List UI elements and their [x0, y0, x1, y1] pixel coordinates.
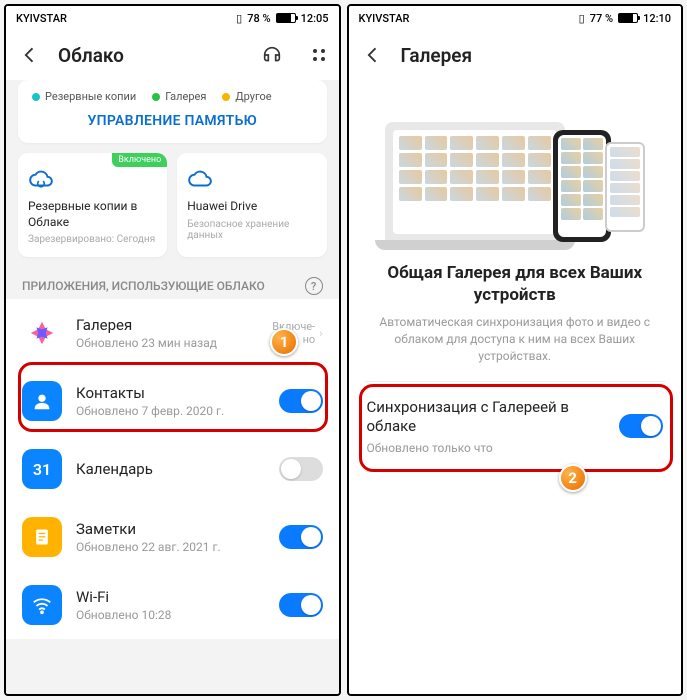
back-icon[interactable] [363, 45, 383, 65]
app-name: Wi-Fi [76, 588, 265, 606]
notes-icon [22, 517, 62, 557]
app-name: Заметки [76, 520, 265, 538]
battery-icon [276, 13, 296, 23]
app-name: Контакты [76, 384, 265, 402]
app-item-calendar[interactable]: 31 Календарь [6, 435, 339, 503]
apps-section-title: ПРИЛОЖЕНИЯ, ИСПОЛЬЗУЮЩИЕ ОБЛАКО ? [6, 269, 339, 299]
sync-toggle[interactable] [619, 414, 663, 438]
page-title: Галерея [401, 44, 668, 67]
vibrate-icon: ▯ [579, 12, 585, 25]
time-label: 12:10 [643, 12, 671, 25]
hero-title: Общая Галерея для всех Ваших устройств [349, 258, 682, 314]
back-icon[interactable] [20, 45, 40, 65]
carrier-label: KYIVSTAR [16, 12, 67, 25]
chevron-right-icon: › [319, 327, 322, 340]
app-sub: Обновлено 23 мин назад [76, 336, 258, 350]
tablet-device-icon [605, 142, 645, 232]
legend-other: Другое [235, 90, 271, 103]
backup-card[interactable]: Включено Резервные копии в Облаке Зарезе… [18, 153, 167, 257]
memory-card: Резервные копии Галерея Другое УПРАВЛЕНИ… [18, 80, 327, 143]
support-icon[interactable] [261, 44, 283, 66]
calendar-toggle[interactable] [279, 457, 323, 481]
sync-gallery-item[interactable]: Синхронизация с Галереей в облаке Обновл… [349, 382, 682, 471]
enabled-badge: Включено [112, 153, 167, 167]
hero-illustration [349, 80, 682, 258]
notes-toggle[interactable] [279, 525, 323, 549]
battery-percent: 77 % [590, 12, 613, 25]
phone-left: KYIVSTAR ▯ 78 % 12:05 Облако Резервные к… [4, 4, 341, 696]
app-sub: Обновлено 7 февр. 2020 г. [76, 404, 265, 418]
page-title: Облако [58, 44, 243, 67]
app-sub: Обновлено 10:28 [76, 608, 265, 622]
memory-manage-button[interactable]: УПРАВЛЕНИЕ ПАМЯТЬЮ [32, 113, 313, 129]
contacts-toggle[interactable] [279, 389, 323, 413]
section-title-text: ПРИЛОЖЕНИЯ, ИСПОЛЬЗУЮЩИЕ ОБЛАКО [22, 279, 265, 293]
drive-sub: Безопасное хранение данных [187, 219, 316, 241]
wifi-toggle[interactable] [279, 593, 323, 617]
sync-title: Синхронизация с Галереей в облаке [367, 398, 608, 437]
marker-2: 2 [559, 464, 587, 492]
app-item-contacts[interactable]: Контакты Обновлено 7 февр. 2020 г. [6, 367, 339, 435]
app-name: Галерея [76, 316, 258, 334]
carrier-label: KYIVSTAR [359, 12, 410, 25]
wifi-icon [22, 585, 62, 625]
marker-1: 1 [270, 328, 298, 356]
drive-card[interactable]: Huawei Drive Безопасное хранение данных [177, 153, 326, 257]
app-name: Календарь [76, 460, 265, 478]
legend: Резервные копии Галерея Другое [32, 90, 313, 103]
phone-device-icon [553, 130, 611, 242]
legend-backup: Резервные копии [45, 90, 136, 103]
cloud-backup-icon [28, 165, 157, 193]
drive-title: Huawei Drive [187, 199, 316, 215]
app-item-wifi[interactable]: Wi-Fi Обновлено 10:28 [6, 571, 339, 639]
contacts-icon [22, 381, 62, 421]
header-bar: Облако [6, 30, 339, 80]
more-icon[interactable] [313, 49, 325, 61]
legend-gallery: Галерея [165, 90, 206, 103]
status-bar: KYIVSTAR ▯ 78 % 12:05 [6, 6, 339, 30]
app-sub: Обновлено 22 авг. 2021 г. [76, 540, 265, 554]
app-item-notes[interactable]: Заметки Обновлено 22 авг. 2021 г. [6, 503, 339, 571]
phone-right: KYIVSTAR ▯ 77 % 12:10 Галерея Общая Гале… [347, 4, 684, 696]
calendar-icon: 31 [22, 449, 62, 489]
sync-sub: Обновлено только что [367, 441, 608, 455]
backup-sub: Зарезервировано: Сегодня [28, 234, 157, 245]
help-icon[interactable]: ? [305, 277, 323, 295]
hero-subtitle: Автоматическая синхронизация фото и виде… [349, 314, 682, 380]
battery-icon [618, 13, 638, 23]
status-bar: KYIVSTAR ▯ 77 % 12:10 [349, 6, 682, 30]
divider [365, 471, 666, 472]
gallery-icon [22, 313, 62, 353]
backup-title: Резервные копии в Облаке [28, 199, 157, 230]
time-label: 12:05 [301, 12, 329, 25]
cloud-drive-icon [187, 165, 316, 193]
laptop-icon [385, 122, 565, 242]
battery-percent: 78 % [247, 12, 270, 25]
header-bar: Галерея [349, 30, 682, 80]
vibrate-icon: ▯ [236, 12, 242, 25]
